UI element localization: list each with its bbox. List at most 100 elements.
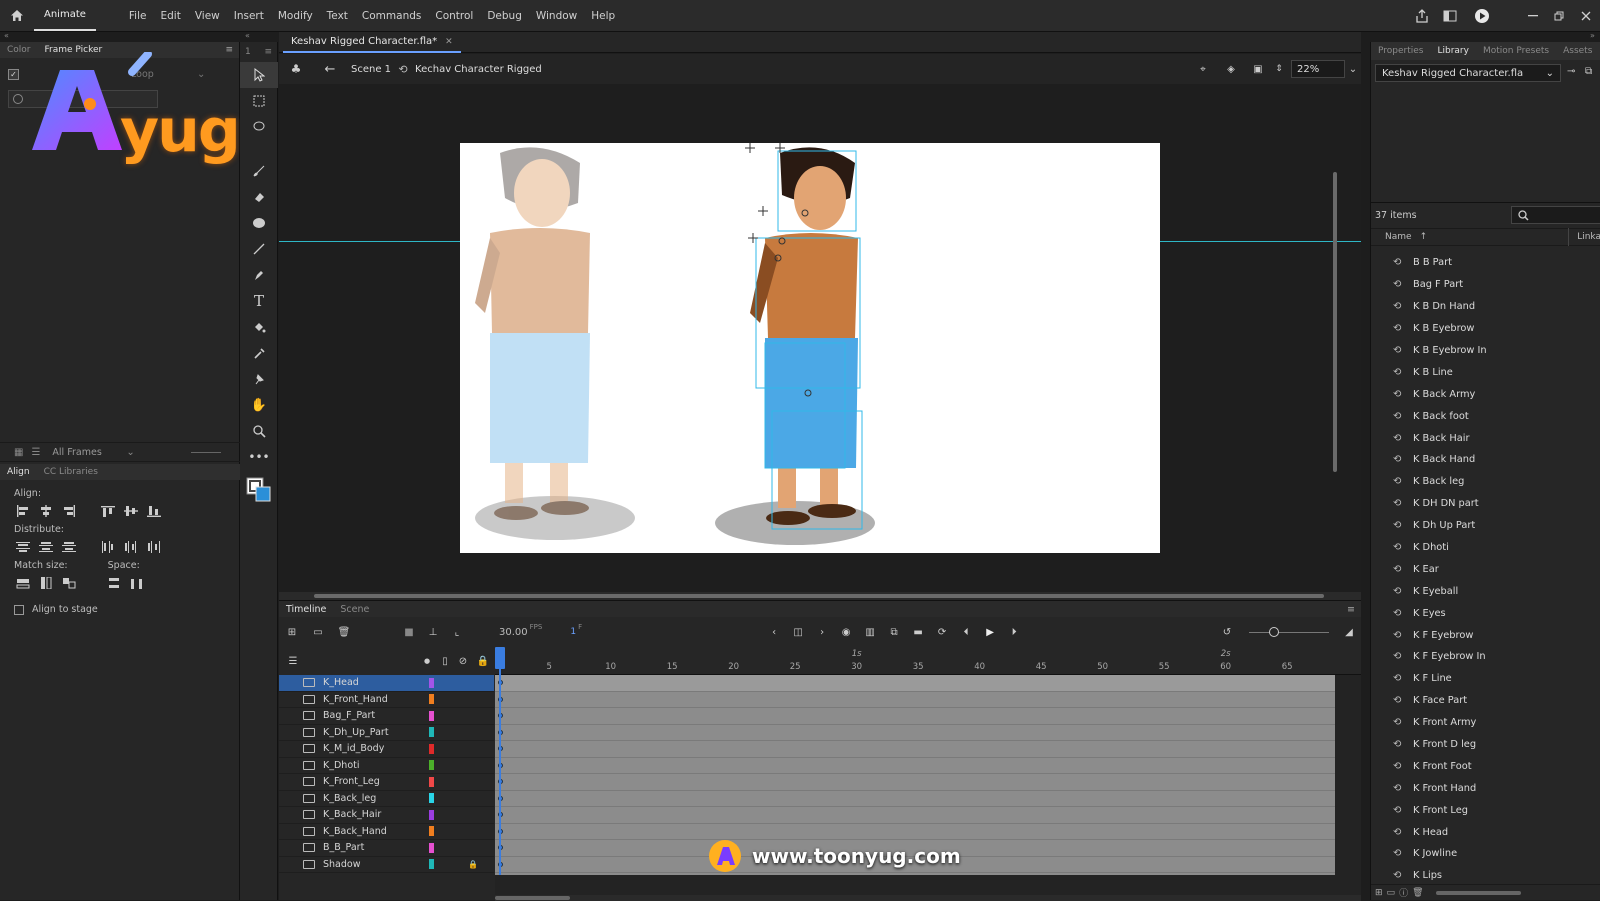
stage-hscroll-thumb[interactable] (314, 594, 1324, 598)
tab-scene[interactable]: Scene (333, 604, 376, 615)
tab-motion-presets[interactable]: Motion Presets (1476, 46, 1556, 56)
library-item[interactable]: ⟲ K Front Foot (1371, 755, 1600, 777)
thumb-size-slider[interactable] (190, 451, 221, 453)
align-top-icon[interactable] (99, 503, 116, 518)
library-item[interactable]: ⟲ K Front Army (1371, 712, 1600, 734)
menu-help[interactable]: Help (584, 0, 622, 32)
pen-tool-icon[interactable] (240, 262, 278, 288)
frame-size-slider[interactable] (1249, 626, 1329, 637)
new-lib-folder-icon[interactable]: ▭ (1387, 888, 1396, 898)
library-item[interactable]: ⟲ K Front Hand (1371, 777, 1600, 799)
library-item[interactable]: ⟲ K Front Leg (1371, 799, 1600, 821)
match-height-icon[interactable] (37, 575, 54, 590)
library-item[interactable]: ⟲ K Jowline (1371, 843, 1600, 865)
timeline-hscroll-thumb[interactable] (495, 896, 570, 900)
camera-color-icon[interactable]: ◈ (1217, 64, 1245, 75)
lasso-tool-icon[interactable] (240, 114, 278, 140)
align-hcenter-icon[interactable] (37, 503, 54, 518)
library-item[interactable]: ⟲ K DH DN part (1371, 493, 1600, 515)
align-to-stage-checkbox[interactable] (14, 604, 24, 615)
zoom-stepper-icon[interactable]: ⇕ (1271, 64, 1287, 74)
next-keyframe-icon[interactable]: › (810, 627, 834, 638)
fps-value[interactable]: 30.00 (499, 627, 528, 638)
menu-control[interactable]: Control (428, 0, 480, 32)
timeline-hscrollbar[interactable] (495, 895, 1361, 901)
layer-outline-color[interactable] (429, 776, 434, 787)
clip-content-icon[interactable]: ▣ (1245, 64, 1271, 75)
menu-modify[interactable]: Modify (271, 0, 320, 32)
layer-name[interactable]: K_Front_Leg (323, 776, 419, 787)
new-library-panel-icon[interactable]: ⧉ (1585, 66, 1592, 77)
space-vertical-icon[interactable] (105, 575, 122, 590)
timeline-menu-icon[interactable]: ≡ (1347, 604, 1361, 615)
frame-row[interactable] (495, 708, 1335, 725)
layer-outline-color[interactable] (429, 842, 434, 853)
layers-stack-icon[interactable]: ☰ (279, 656, 307, 667)
line-tool-icon[interactable] (240, 236, 278, 262)
close-tab-icon[interactable]: ✕ (445, 37, 453, 47)
layer-name[interactable]: K_Dh_Up_Part (323, 727, 419, 738)
tab-assets[interactable]: Assets (1556, 46, 1599, 56)
layer-outline-color[interactable] (429, 760, 434, 771)
library-item[interactable]: ⟲ K Front D leg (1371, 734, 1600, 756)
minimize-icon[interactable] (1520, 14, 1546, 17)
layer-name[interactable]: Bag_F_Part (323, 710, 419, 721)
menu-file[interactable]: File (122, 0, 154, 32)
collapse-left-icon[interactable]: « (4, 31, 9, 40)
layer-name[interactable]: K_Back_Hand (323, 826, 419, 837)
menu-insert[interactable]: Insert (227, 0, 271, 32)
layer-name[interactable]: K_Back_Hair (323, 809, 419, 820)
tab-timeline[interactable]: Timeline (279, 604, 333, 615)
collapse-right-icon[interactable]: » (1590, 31, 1595, 40)
new-symbol-icon[interactable]: ⊞ (1375, 888, 1383, 898)
distribute-hcenter-icon[interactable] (122, 539, 139, 554)
frame-row[interactable] (495, 741, 1335, 758)
free-transform-tool-icon[interactable] (240, 88, 278, 114)
outline-all-icon[interactable]: ▯ (436, 656, 454, 667)
layer-row[interactable]: K_Back_leg (279, 791, 494, 807)
new-folder-icon[interactable]: ▭ (305, 627, 331, 638)
library-item[interactable]: ⟲ K F Line (1371, 668, 1600, 690)
graph-icon[interactable]: ⌞ (445, 627, 469, 638)
home-icon[interactable] (8, 7, 26, 25)
tools-menu-icon[interactable]: ≡ (264, 47, 272, 57)
zoom-frames-icon[interactable]: ◢ (1337, 627, 1361, 638)
frame-row[interactable] (495, 791, 1335, 807)
library-item[interactable]: ⟲ K Face Part (1371, 690, 1600, 712)
stage-canvas[interactable] (460, 143, 1160, 553)
layer-row[interactable]: Bag_F_Part (279, 708, 494, 725)
library-item[interactable]: ⟲ K B Eyebrow In (1371, 340, 1600, 362)
layer-row[interactable]: K_Front_Leg (279, 774, 494, 791)
col-name-header[interactable]: Name (1371, 232, 1412, 242)
menu-text[interactable]: Text (320, 0, 355, 32)
breadcrumb-symbol[interactable]: Kechav Character Rigged (415, 64, 542, 75)
distribute-right-icon[interactable] (145, 539, 162, 554)
layer-name[interactable]: K_Dhoti (323, 760, 419, 771)
highlight-layer-icon[interactable]: ● (418, 657, 436, 665)
layer-outline-color[interactable] (429, 793, 434, 804)
layer-outline-color[interactable] (429, 809, 434, 820)
layer-row[interactable]: K_Back_Hand (279, 824, 494, 840)
close-window-icon[interactable] (1572, 11, 1600, 21)
hand-tool-icon[interactable]: ✋ (240, 392, 278, 418)
selection-tool-icon[interactable] (240, 62, 278, 88)
more-tools-icon[interactable]: ••• (240, 444, 278, 470)
tab-library[interactable]: Library (1430, 46, 1475, 56)
collapse-tools-icon[interactable]: « (245, 31, 250, 40)
frame-row[interactable] (495, 725, 1335, 741)
layer-row[interactable]: K_M_id_Body (279, 741, 494, 758)
layer-row[interactable]: K_Dh_Up_Part (279, 725, 494, 741)
layer-name[interactable]: K_Head (323, 677, 419, 688)
library-item[interactable]: ⟲ K B Line (1371, 361, 1600, 383)
align-left-icon[interactable] (14, 503, 31, 518)
text-tool-icon[interactable]: T (240, 288, 278, 314)
grid-view-icon[interactable]: ▦ (14, 447, 23, 458)
brush-tool-icon[interactable] (240, 158, 278, 184)
library-item[interactable]: ⟲ K Dh Up Part (1371, 515, 1600, 537)
layer-row[interactable]: K_Dhoti (279, 758, 494, 774)
stroke-fill-swatch-icon[interactable] (240, 470, 278, 510)
menu-view[interactable]: View (188, 0, 227, 32)
layer-outline-color[interactable] (429, 710, 434, 721)
tools-toggle-icon[interactable]: 1 (245, 47, 251, 57)
oval-tool-icon[interactable] (240, 210, 278, 236)
